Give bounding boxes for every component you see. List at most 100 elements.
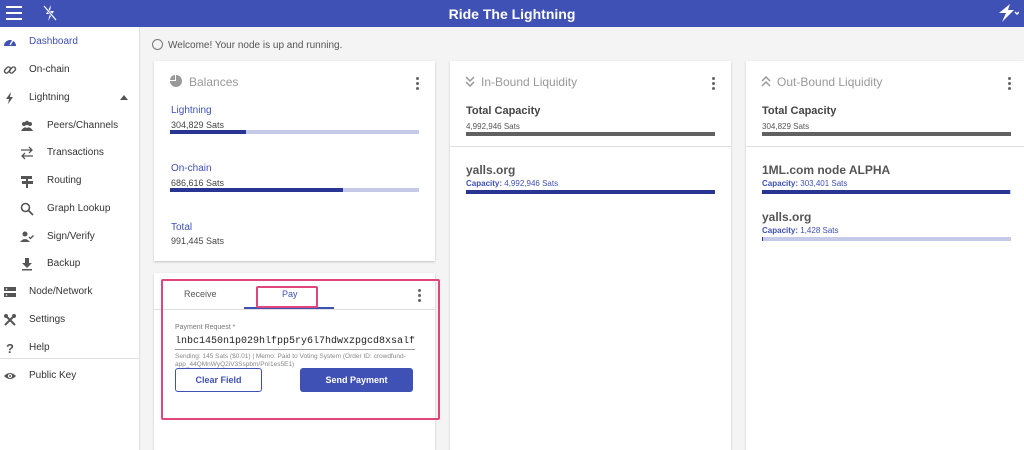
sidebar-item-label: Routing	[47, 175, 82, 186]
outbound-node-bar	[762, 190, 1011, 194]
divider	[450, 146, 731, 147]
sidebar-item-label: Settings	[29, 314, 66, 325]
sidebar-item-node-network[interactable]: Node/Network	[0, 281, 140, 305]
capacity-label: Capacity:	[762, 226, 799, 235]
link-icon	[3, 66, 17, 74]
sidebar-item-label: On-chain	[29, 64, 70, 75]
sidebar-item-label: Lightning	[29, 92, 70, 103]
onchain-balance-bar	[170, 188, 419, 192]
sidebar-item-sign-verify[interactable]: Sign/Verify	[0, 226, 140, 250]
onchain-balance-label: On-chain	[171, 163, 212, 174]
sidebar-item-settings[interactable]: Settings	[0, 309, 140, 333]
sidebar-divider	[0, 358, 140, 359]
top-app-bar: Ride The Lightning	[0, 0, 1024, 27]
sidebar-item-public-key[interactable]: Public Key	[0, 365, 140, 389]
welcome-message: Welcome! Your node is up and running.	[152, 39, 342, 51]
inbound-total-label: Total Capacity	[466, 105, 541, 117]
tab-pay[interactable]: Pay	[282, 289, 298, 299]
sidebar-item-label: Dashboard	[29, 36, 78, 47]
sidebar-item-label: Help	[29, 342, 50, 353]
signpost-icon	[21, 176, 33, 188]
capacity-value: 4,992,946 Sats	[504, 179, 559, 188]
outbound-node-capacity: Capacity: 303,401 Sats	[762, 179, 847, 188]
sidebar-item-on-chain[interactable]: On-chain	[0, 59, 140, 83]
sidebar-item-label: Backup	[47, 258, 81, 269]
payment-request-label: Payment Request *	[175, 324, 236, 331]
tab-receive[interactable]: Receive	[184, 289, 217, 299]
app-title: Ride The Lightning	[448, 6, 576, 22]
more-vert-icon[interactable]	[1008, 77, 1012, 91]
bolt-icon	[6, 92, 13, 104]
outbound-total-bar	[762, 132, 1011, 136]
outbound-total-label: Total Capacity	[762, 105, 837, 117]
eye-icon	[4, 373, 16, 379]
outbound-node-name: yalls.org	[762, 210, 812, 224]
lightning-balance-value: 304,829 Sats	[171, 120, 225, 130]
swap-arrows-icon	[21, 146, 33, 160]
sidebar-item-label: Public Key	[29, 370, 77, 381]
total-balance-label: Total	[171, 222, 193, 233]
payment-request-input[interactable]	[175, 334, 415, 350]
outbound-node-bar-fill	[762, 237, 764, 241]
outbound-node-bar	[762, 237, 1011, 241]
person-check-icon	[20, 231, 34, 242]
welcome-text: Welcome! Your node is up and running.	[168, 40, 343, 51]
outbound-node-bar-fill	[762, 190, 1010, 194]
outbound-node-capacity: Capacity: 1,428 Sats	[762, 226, 839, 235]
outbound-total-value: 304,829 Sats	[762, 122, 810, 131]
divider	[746, 146, 1024, 147]
lightning-balance-label: Lightning	[171, 105, 212, 116]
inbound-total-value: 4,992,946 Sats	[466, 122, 520, 131]
onchain-balance-value: 686,616 Sats	[171, 178, 225, 188]
sidebar-item-label: Peers/Channels	[47, 120, 119, 131]
sidebar-item-label: Transactions	[47, 147, 104, 158]
sidebar-item-lightning[interactable]: Lightning	[0, 87, 140, 111]
question-icon: ?	[6, 341, 14, 355]
search-icon	[20, 202, 34, 216]
payment-request-hint: Sending: 145 Sats ($0.01) | Memo: Paid t…	[175, 353, 406, 368]
lightning-balance-bar-fill	[170, 130, 247, 134]
inbound-node-bar	[466, 190, 715, 194]
outbound-liquidity-card: Out-Bound Liquidity Total Capacity 304,8…	[746, 61, 1024, 450]
more-vert-icon[interactable]	[418, 289, 422, 303]
total-balance-value: 991,445 Sats	[171, 236, 225, 246]
sidebar-item-transactions[interactable]: Transactions	[0, 142, 140, 166]
balances-title: Balances	[189, 75, 239, 89]
onchain-balance-bar-fill	[170, 188, 343, 192]
send-payment-button[interactable]: Send Payment	[300, 368, 413, 392]
outbound-node-name: 1ML.com node ALPHA	[762, 163, 891, 177]
smile-icon	[152, 39, 163, 50]
inbound-title: In-Bound Liquidity	[481, 75, 578, 89]
capacity-value: 1,428 Sats	[800, 226, 839, 235]
more-vert-icon[interactable]	[416, 77, 420, 91]
lightning-balance-bar	[170, 130, 419, 134]
sidebar-item-dashboard[interactable]: Dashboard	[0, 31, 140, 55]
user-bolt-icon[interactable]	[997, 3, 1019, 23]
inbound-node-name: yalls.org	[466, 163, 516, 177]
sidebar-item-backup[interactable]: Backup	[0, 253, 140, 277]
more-vert-icon[interactable]	[712, 77, 716, 91]
clear-field-button[interactable]: Clear Field	[175, 368, 262, 392]
double-chevron-up-icon	[761, 76, 771, 87]
capacity-label: Capacity:	[466, 179, 503, 188]
capacity-label: Capacity:	[762, 179, 799, 188]
divider	[154, 309, 435, 310]
capacity-value: 303,401 Sats	[800, 179, 848, 188]
sidebar-item-label: Node/Network	[29, 286, 93, 297]
dns-icon	[4, 287, 16, 297]
sidebar: Dashboard On-chain Lightning Peers/Chann…	[0, 27, 140, 450]
sidebar-item-graph-lookup[interactable]: Graph Lookup	[0, 198, 140, 222]
sidebar-item-routing[interactable]: Routing	[0, 170, 140, 194]
inbound-node-bar-fill	[466, 190, 715, 194]
outbound-title: Out-Bound Liquidity	[777, 75, 883, 89]
double-chevron-down-icon	[465, 76, 475, 87]
sidebar-item-label: Graph Lookup	[47, 203, 111, 214]
download-icon	[22, 258, 32, 271]
pie-chart-icon	[170, 75, 182, 87]
chevron-up-icon[interactable]	[120, 95, 128, 100]
inbound-total-bar	[466, 132, 715, 136]
inbound-liquidity-card: In-Bound Liquidity Total Capacity 4,992,…	[450, 61, 731, 450]
sidebar-item-peers-channels[interactable]: Peers/Channels	[0, 115, 140, 139]
inbound-node-capacity: Capacity: 4,992,946 Sats	[466, 179, 558, 188]
payments-card: Receive Pay Payment Request * Sending: 1…	[154, 273, 435, 450]
